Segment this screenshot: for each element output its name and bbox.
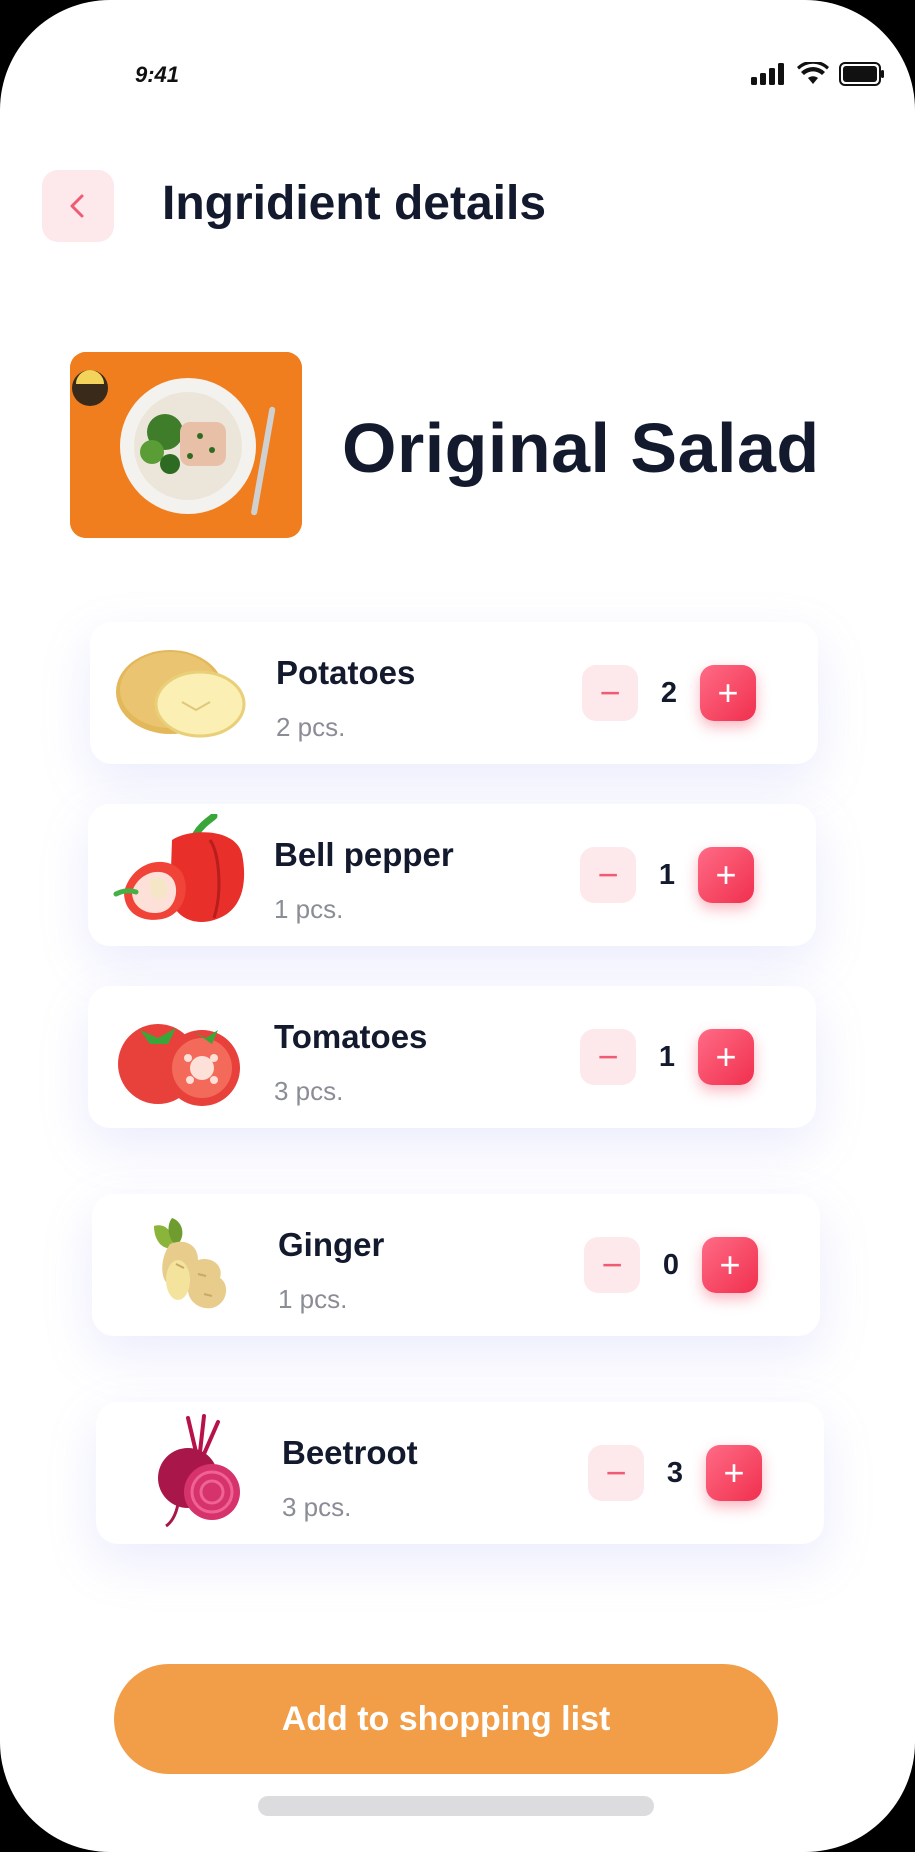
decrease-button[interactable]: −: [584, 1237, 640, 1293]
ingredient-card: Potatoes 2 pcs. − 2 +: [90, 622, 818, 764]
increase-button[interactable]: +: [698, 1029, 754, 1085]
quantity-value: 1: [658, 1040, 676, 1073]
increase-button[interactable]: +: [706, 1445, 762, 1501]
ingredient-card: Tomatoes 3 pcs. − 1 +: [88, 986, 816, 1128]
quantity-stepper: − 2 +: [582, 665, 756, 721]
chevron-left-icon: [70, 194, 84, 218]
ingredient-name: Beetroot: [282, 1434, 418, 1471]
screen-corner: [805, 1742, 915, 1852]
page-title: Ingridient details: [162, 177, 547, 230]
ingredient-name: Ginger: [278, 1226, 385, 1263]
decrease-button[interactable]: −: [582, 665, 638, 721]
home-indicator[interactable]: [258, 1796, 654, 1816]
recipe-image: [70, 352, 302, 538]
decrease-button[interactable]: −: [580, 1029, 636, 1085]
status-icons: [751, 62, 885, 86]
increase-button[interactable]: +: [698, 847, 754, 903]
ingredient-name: Tomatoes: [274, 1018, 428, 1055]
quantity-stepper: − 3 +: [588, 1445, 762, 1501]
ingredient-card: Bell pepper 1 pcs. − 1 +: [88, 804, 816, 946]
bell-pepper-icon: [110, 812, 250, 936]
ingredient-amount: 1 pcs.: [278, 1284, 348, 1314]
ingredient-amount: 3 pcs.: [274, 1076, 344, 1106]
quantity-value: 2: [660, 676, 678, 709]
potato-icon: [112, 632, 252, 754]
quantity-value: 3: [666, 1456, 684, 1489]
increase-button[interactable]: +: [702, 1237, 758, 1293]
screen-corner: [0, 0, 110, 110]
decrease-button[interactable]: −: [588, 1445, 644, 1501]
ingredient-amount: 3 pcs.: [282, 1492, 352, 1522]
decrease-button[interactable]: −: [580, 847, 636, 903]
increase-button[interactable]: +: [700, 665, 756, 721]
phone-screen: 9:41 Ingridient details Original Salad P…: [0, 0, 915, 1852]
battery-icon: [839, 62, 884, 86]
ingredient-name: Bell pepper: [274, 836, 454, 873]
recipe-title: Original Salad: [342, 409, 820, 487]
quantity-stepper: − 0 +: [584, 1237, 758, 1293]
wifi-icon: [797, 62, 829, 84]
quantity-value: 0: [662, 1248, 680, 1281]
tomato-icon: [110, 996, 250, 1118]
screen-corner: [805, 0, 915, 110]
ingredient-card: Ginger 1 pcs. − 0 +: [92, 1194, 820, 1336]
signal-icon: [751, 63, 784, 85]
ginger-icon: [114, 1204, 254, 1326]
add-to-shopping-list-button[interactable]: Add to shopping list: [114, 1664, 778, 1774]
quantity-stepper: − 1 +: [580, 847, 754, 903]
ingredient-amount: 2 pcs.: [276, 712, 346, 742]
ingredient-name: Potatoes: [276, 654, 416, 691]
back-button[interactable]: [42, 170, 114, 242]
ingredient-card: Beetroot 3 pcs. − 3 +: [96, 1402, 824, 1544]
beetroot-icon: [118, 1412, 258, 1534]
quantity-stepper: − 1 +: [580, 1029, 754, 1085]
ingredient-amount: 1 pcs.: [274, 894, 344, 924]
screen-corner: [0, 1742, 110, 1852]
quantity-value: 1: [658, 858, 676, 891]
status-time: 9:41: [135, 62, 180, 87]
